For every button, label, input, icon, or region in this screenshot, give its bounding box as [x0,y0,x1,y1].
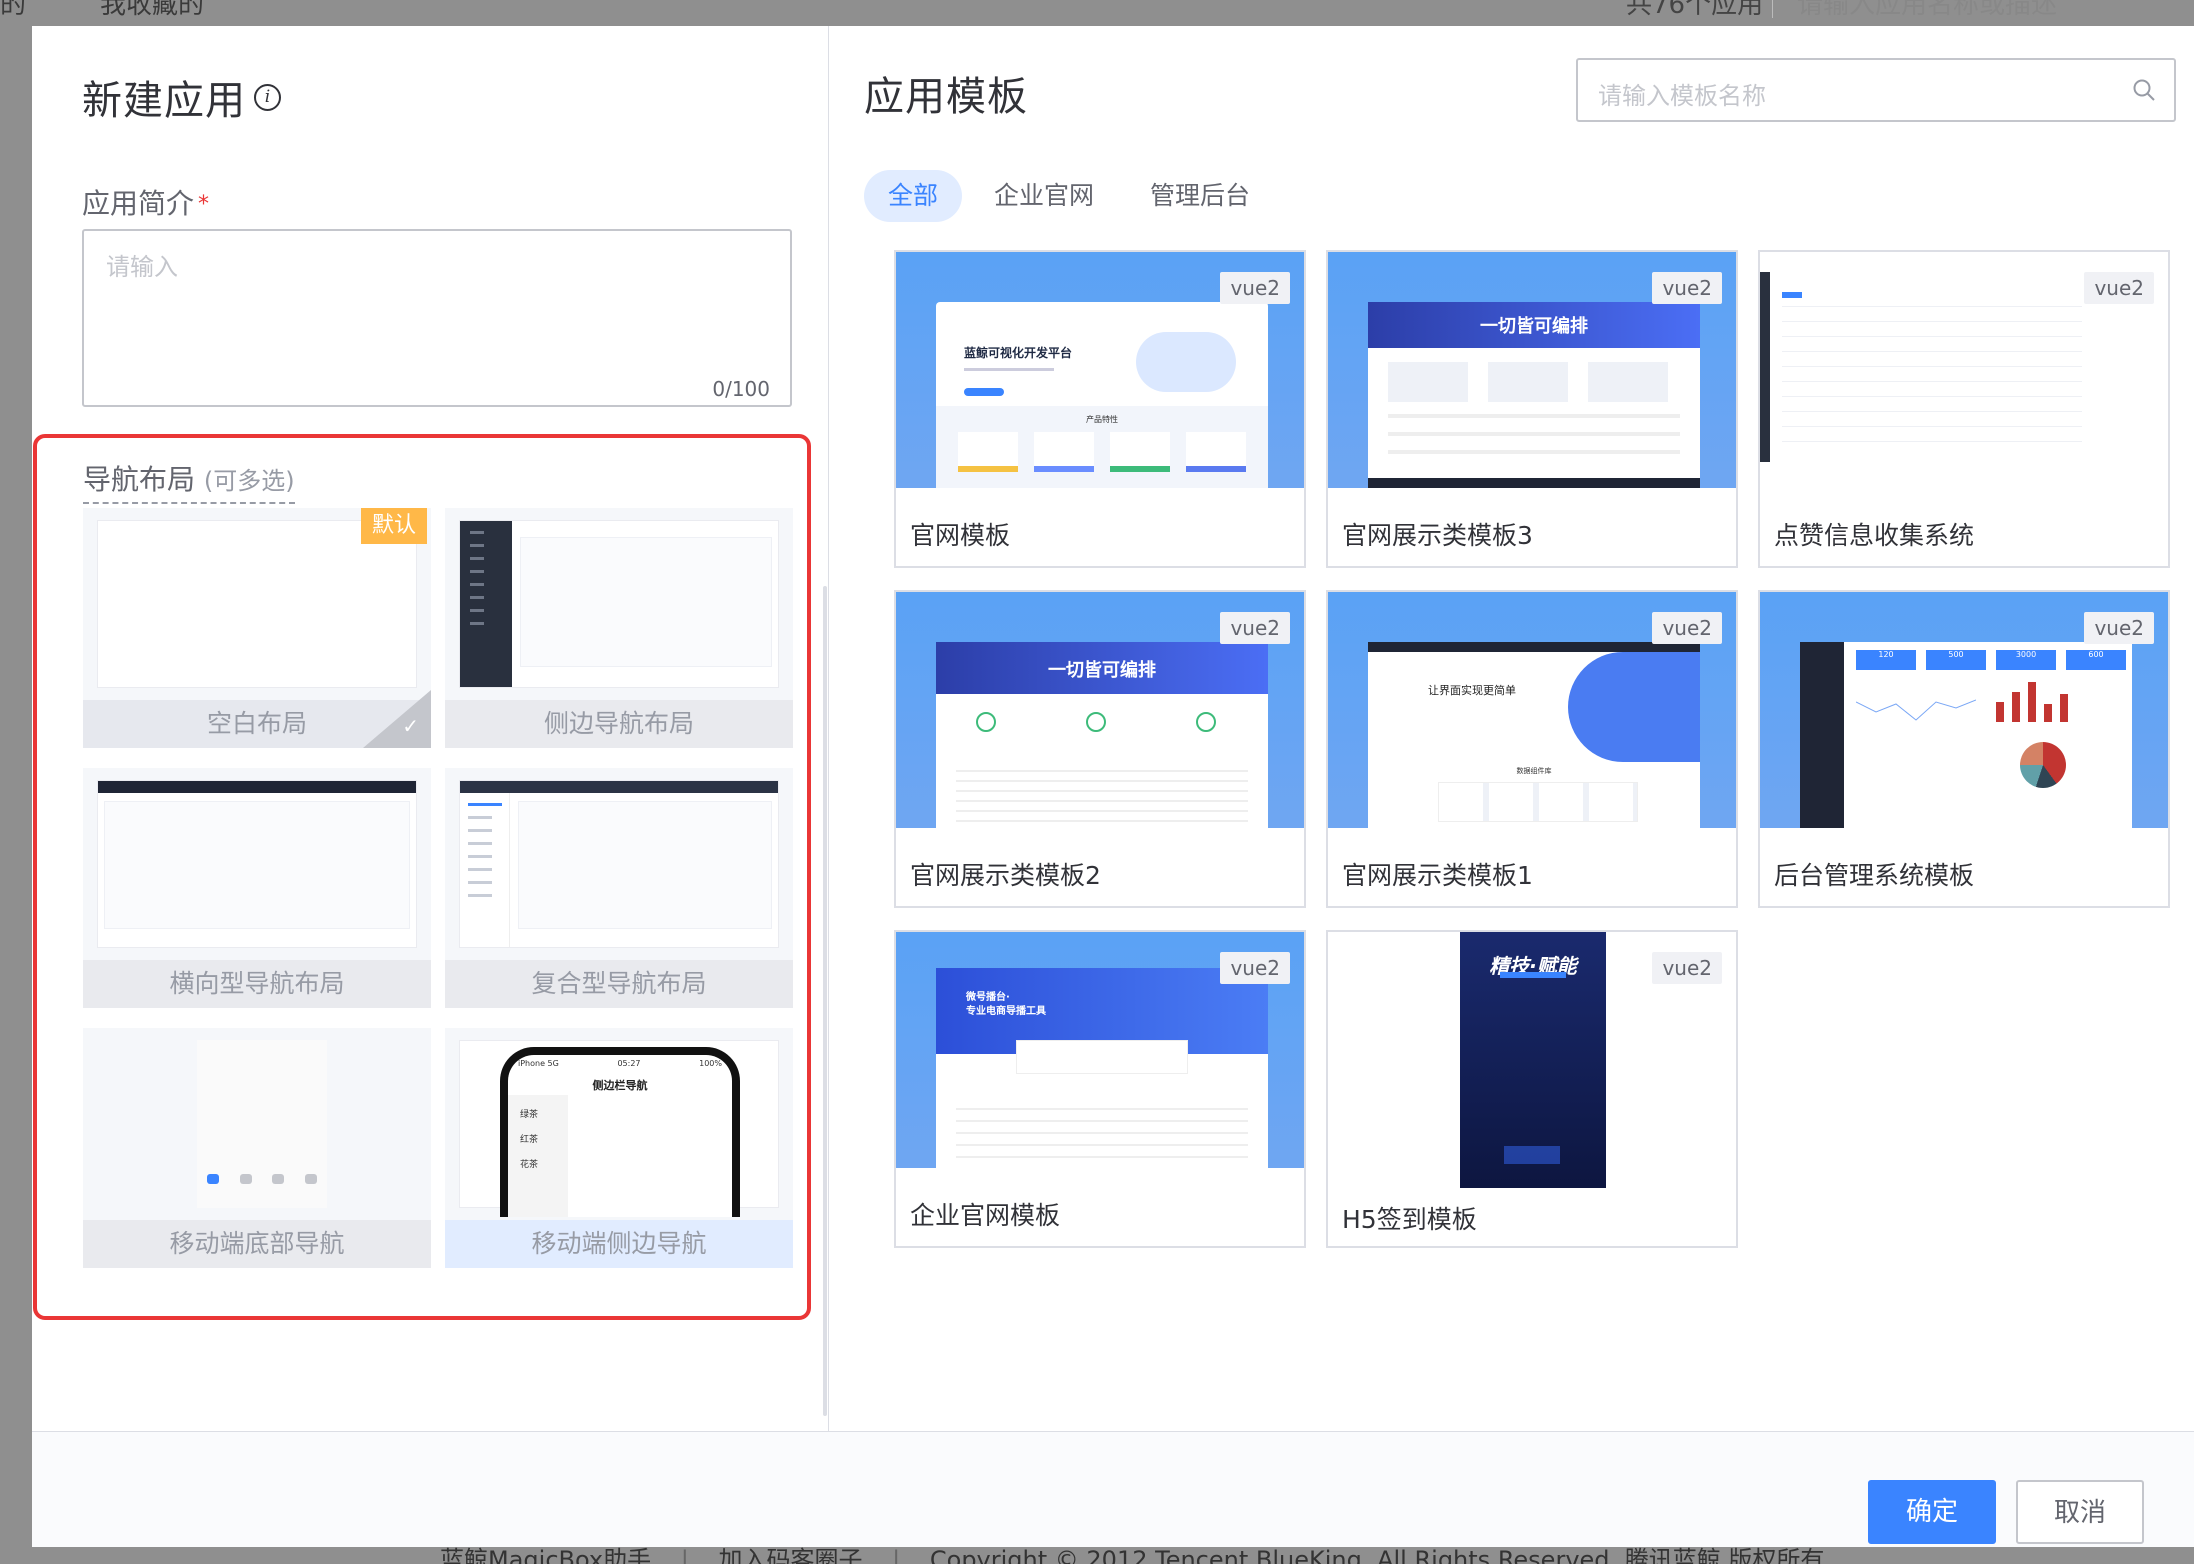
tab-admin[interactable]: 管理后台 [1126,170,1274,222]
layout-name: 侧边导航布局 [445,700,793,748]
dialog-footer: 确定 取消 [32,1431,2194,1547]
template-card-showcase-1[interactable]: 让界面实现更简单 数据组件库 vue2 官网展示类模板1 [1326,590,1738,908]
version-tag: vue2 [1220,272,1290,304]
layout-option-composite-nav[interactable]: 复合型导航布局 [445,768,793,1008]
layout-option-horizontal-nav[interactable]: 横向型导航布局 [83,768,431,1008]
create-app-form: 新建应用 i 应用简介 * 请输入 0/100 导航布局 (可多选) 默认 空白布… [32,26,829,1431]
create-app-dialog: 新建应用 i 应用简介 * 请输入 0/100 导航布局 (可多选) 默认 空白布… [32,26,2194,1547]
template-card-showcase-2[interactable]: 一切皆可编排 vue2 官网展示类模板2 [894,590,1306,908]
footer-link-magicbox: 蓝鲸MagicBox助手 [440,1546,652,1564]
default-badge: 默认 [361,508,427,544]
cancel-button[interactable]: 取消 [2016,1480,2144,1544]
desc-placeholder: 请输入 [106,253,178,281]
template-name: 官网模板 [910,521,1011,550]
template-panel-title: 应用模板 [864,74,1028,120]
background-topbar: 的 我收藏的 共76个应用 请输入应用名称或描述 [0,0,2194,26]
confirm-button[interactable]: 确定 [1868,1480,1996,1544]
version-tag: vue2 [2084,612,2154,644]
layout-option-side-nav[interactable]: 侧边导航布局 [445,508,793,748]
template-search-input[interactable]: 请输入模板名称 [1576,58,2176,122]
template-card-like-collector[interactable]: vue2 点赞信息收集系统 [1758,250,2170,568]
layout-preview-blank [97,520,417,688]
template-card-showcase-3[interactable]: 一切皆可编排 vue2 官网展示类模板3 [1326,250,1738,568]
template-name: 官网展示类模板2 [910,861,1101,890]
layout-name: 复合型导航布局 [445,960,793,1008]
desc-label-text: 应用简介 [82,187,195,220]
tab-all[interactable]: 全部 [864,170,963,222]
template-search-placeholder: 请输入模板名称 [1598,82,1766,110]
selected-corner [363,690,431,748]
search-icon[interactable] [2132,78,2156,102]
layout-option-mobile-bottom-nav[interactable]: 移动端底部导航 [83,1028,431,1268]
template-name: 企业官网模板 [910,1201,1061,1230]
layout-preview-mobile-side: iPhone 5G 05:27 100% 侧边栏导航 绿茶 红茶 花茶 [459,1040,779,1217]
layout-preview-horizontal-nav [97,780,417,948]
version-tag: vue2 [1220,612,1290,644]
nav-layout-label: 导航布局 (可多选) [83,458,295,504]
template-name: 后台管理系统模板 [1774,861,1975,890]
version-tag: vue2 [2084,272,2154,304]
nav-layout-section: 导航布局 (可多选) 默认 空白布局 ✓ 侧边导航布局 横向型导航布局 复合型导… [33,434,811,1320]
template-panel: 应用模板 请输入模板名称 全部 企业官网 管理后台 蓝鲸可视化开发平台 产品特性 [830,26,2194,1431]
nav-layout-label-text: 导航布局 [83,463,196,496]
nav-layout-multi-hint: (可多选) [203,467,295,495]
version-tag: vue2 [1652,272,1722,304]
template-category-tabs: 全部 企业官网 管理后台 [864,170,1282,222]
layout-option-mobile-side-nav[interactable]: iPhone 5G 05:27 100% 侧边栏导航 绿茶 红茶 花茶 移动端侧边导航 [445,1028,793,1268]
layout-option-blank[interactable]: 默认 空白布局 ✓ [83,508,431,748]
desc-textarea[interactable]: 请输入 0/100 [82,229,792,407]
template-card-admin-system[interactable]: 120 500 3000 600 vue2 后台管理系统模板 [1758,590,2170,908]
template-card-official-site[interactable]: 蓝鲸可视化开发平台 产品特性 vue2 官网模板 [894,250,1306,568]
footer-link-circle: 加入码客圈子 [718,1546,863,1564]
footer-copyright: Copyright © 2012 Tencent BlueKing. All R… [929,1546,1825,1564]
background-app-count: 共76个应用 [1626,0,1764,20]
layout-name: 移动端底部导航 [83,1220,431,1268]
template-name: 点赞信息收集系统 [1774,521,1975,550]
version-tag: vue2 [1652,952,1722,984]
background-tab-favorites: 我收藏的 [100,0,205,20]
template-name: 官网展示类模板3 [1342,521,1533,550]
phone-mockup: iPhone 5G 05:27 100% 侧边栏导航 绿茶 红茶 花茶 [500,1047,740,1217]
template-card-enterprise-site[interactable]: 微号播台· 专业电商导播工具 vue2 企业官网模板 [894,930,1306,1248]
info-circle-icon[interactable]: i [254,84,281,111]
layout-name: 移动端侧边导航 [445,1220,793,1268]
template-name: 官网展示类模板1 [1342,861,1533,890]
layout-preview-side-nav [459,520,779,688]
required-mark: * [198,192,210,217]
layout-name: 横向型导航布局 [83,960,431,1008]
template-card-h5-checkin[interactable]: 精技·赋能 vue2 H5签到模板 [1326,930,1738,1248]
layout-preview-mobile-bottom [97,1040,417,1208]
version-tag: vue2 [1652,612,1722,644]
background-fragment: 的 [0,0,27,20]
template-name: H5签到模板 [1342,1205,1477,1234]
desc-label: 应用简介 * [82,182,209,222]
tab-enterprise-site[interactable]: 企业官网 [970,170,1118,222]
layout-preview-composite-nav [459,780,779,948]
dialog-title: 新建应用 [82,78,246,124]
form-scrollbar[interactable] [823,586,827,1416]
desc-char-count: 0/100 [712,377,770,401]
background-search: 请输入应用名称或描述 [1772,0,2057,18]
version-tag: vue2 [1220,952,1290,984]
check-icon: ✓ [402,714,419,738]
